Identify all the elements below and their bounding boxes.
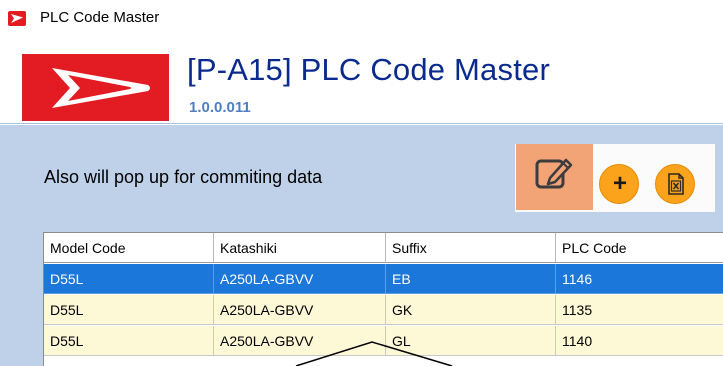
- annotation-note: Also will pop up for commiting data: [44, 167, 323, 187]
- edit-button[interactable]: [516, 144, 593, 210]
- cell-katashiki[interactable]: A250LA-GBVV: [214, 326, 386, 356]
- app-version: 1.0.0.011: [189, 99, 251, 116]
- column-header-suffix[interactable]: Suffix: [386, 233, 556, 263]
- export-excel-button[interactable]: [655, 164, 695, 204]
- cell-plc-code[interactable]: 1135: [556, 295, 723, 325]
- cell-plc-code[interactable]: 1146: [556, 264, 723, 294]
- cell-model-code[interactable]: D55L: [44, 326, 214, 356]
- cell-katashiki[interactable]: A250LA-GBVV: [214, 295, 386, 325]
- cell-plc-code[interactable]: 1140: [556, 326, 723, 356]
- column-header-katashiki[interactable]: Katashiki: [214, 233, 386, 263]
- cell-suffix[interactable]: GK: [386, 295, 556, 325]
- app-logo-icon: [8, 11, 26, 26]
- excel-export-icon: [668, 173, 684, 195]
- table-row[interactable]: D55L A250LA-GBVV GL 1140: [44, 326, 723, 356]
- cell-model-code[interactable]: D55L: [44, 264, 214, 294]
- app-header: [P-A15] PLC Code Master 1.0.0.011: [0, 42, 723, 124]
- cell-suffix[interactable]: GL: [386, 326, 556, 356]
- grid-header-row: Model Code Katashiki Suffix PLC Code: [44, 233, 723, 263]
- edit-icon: [535, 158, 573, 189]
- cell-katashiki[interactable]: A250LA-GBVV: [214, 264, 386, 294]
- table-row[interactable]: D55L A250LA-GBVV EB 1146: [44, 264, 723, 294]
- plc-code-grid[interactable]: Model Code Katashiki Suffix PLC Code D55…: [43, 232, 723, 366]
- add-button[interactable]: +: [599, 164, 639, 204]
- plus-icon: +: [612, 170, 627, 197]
- table-row[interactable]: D55L A250LA-GBVV GK 1135: [44, 295, 723, 325]
- column-header-model-code[interactable]: Model Code: [44, 233, 214, 263]
- daihatsu-logo-icon: [22, 54, 169, 121]
- window-titlebar: PLC Code Master: [0, 0, 723, 42]
- cell-suffix[interactable]: EB: [386, 264, 556, 294]
- page-title: [P-A15] PLC Code Master: [187, 52, 550, 87]
- window-title: PLC Code Master: [40, 9, 160, 26]
- cell-model-code[interactable]: D55L: [44, 295, 214, 325]
- column-header-plc-code[interactable]: PLC Code: [556, 233, 723, 263]
